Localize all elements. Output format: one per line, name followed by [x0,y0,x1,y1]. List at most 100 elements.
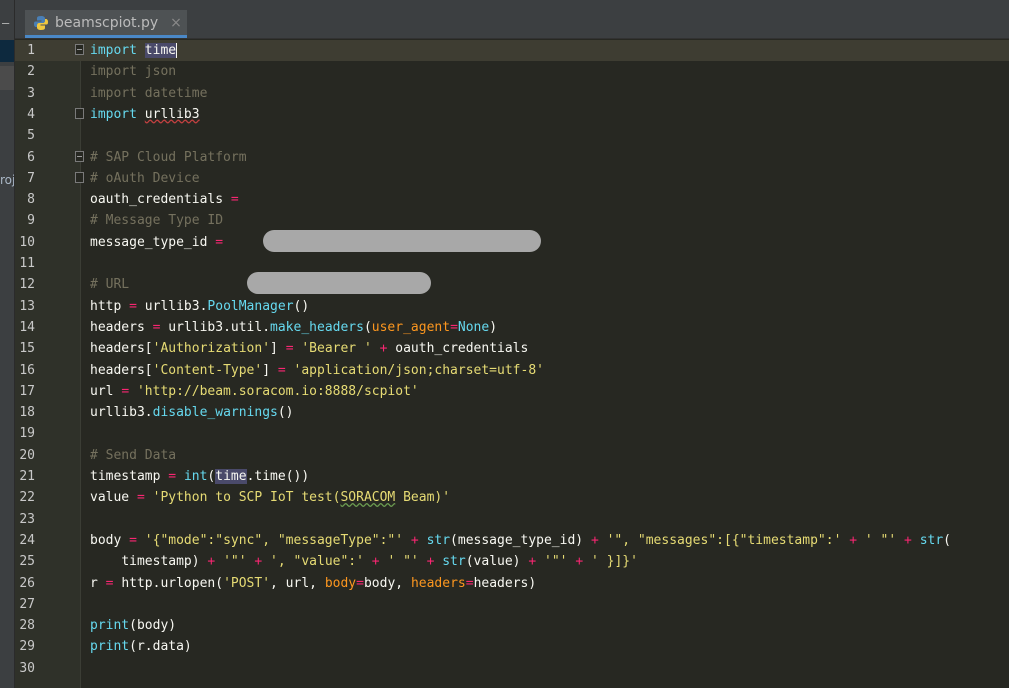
code-text: import json [90,64,177,80]
code-line-23: 23 [15,509,1009,530]
function: print [90,639,130,655]
code-text: http.urlopen( [121,575,224,591]
code-line-11: 11 [15,253,1009,274]
code-text: urllib3. [144,298,208,314]
selected-item [0,40,14,62]
line-number: 11 [19,256,35,271]
code-line-29: 29 print(r.data) [15,636,1009,657]
code-line-27: 27 [15,594,1009,615]
module-name: time [215,469,247,484]
keyword: import [90,43,137,58]
fold-icon[interactable] [75,44,84,55]
function: disable_warnings [152,405,278,421]
line-number: 17 [19,383,35,399]
function: print [90,618,130,634]
code-line-8: 8 oauth_credentials = [15,189,1009,210]
function: str [442,554,466,570]
line-number: 25 [19,554,35,570]
comment: # SAP Cloud Platform [90,149,247,165]
project-label: roj [0,173,14,187]
function: int [183,469,208,484]
line-number: 20 [19,447,35,463]
collapse-icon[interactable]: – [2,16,9,30]
code-line-15: 15 headers['Authorization'] = 'Bearer ' … [15,338,1009,359]
string: 'Bearer ' [301,341,372,357]
variable: r [90,575,98,591]
string: ', "value":' [270,554,364,570]
project-item [0,66,14,90]
fold-end-icon[interactable] [75,171,84,183]
comment: # oAuth Device [90,170,200,186]
string: SORACOM [340,490,396,506]
line-number: 8 [27,192,35,208]
editor-tab-bar: beamscpiot.py × [15,0,1009,39]
code-text: ( [363,319,372,335]
variable: timestamp [90,469,161,484]
code-text: .time()) [246,469,310,484]
line-number: 26 [19,575,35,591]
project-panel-strip[interactable]: – roj [0,0,15,688]
line-number: 21 [19,469,35,484]
code-line-5: 5 [15,125,1009,146]
line-number: 24 [19,532,35,548]
line-number: 15 [19,341,35,357]
code-text: ) [489,319,498,335]
code-text: () [293,298,310,314]
code-text: headers[ [90,362,153,378]
code-text: timestamp) [121,554,208,570]
code-text: , url, [270,575,325,591]
line-number: 2 [27,64,35,80]
code-text: (message_type_id) [450,532,591,548]
fold-icon[interactable] [75,150,84,162]
comment: # URL [90,277,130,293]
line-number: 27 [19,596,35,612]
line-number: 3 [27,85,35,101]
code-line-17: 17 url = 'http://beam.soracom.io:8888/sc… [15,381,1009,402]
fold-end-icon[interactable] [75,107,84,119]
comment: # Message Type ID [90,213,224,229]
code-line-10: 10 message_type_id = [15,232,1009,253]
code-text: (r.data) [129,639,192,655]
tab-label: beamscpiot.py [55,14,159,31]
line-number: 12 [19,277,35,293]
string: 'Content-Type' [152,362,263,378]
code-line-7: 7 # oAuth Device [15,168,1009,189]
code-line-2: 2 import json [15,61,1009,82]
code-line-9: 9 # Message Type ID [15,210,1009,231]
line-number: 9 [27,213,35,229]
string: 'Python to SCP IoT test( [152,490,341,506]
code-line-25: 25 timestamp) + '"' + ', "value":' + ' "… [15,551,1009,572]
line-number: 16 [19,362,35,378]
variable: oauth_credentials [90,192,224,208]
text-cursor [176,43,178,58]
code-line-24: 24 body = '{"mode":"sync", "messageType"… [15,530,1009,551]
variable: body [90,532,122,548]
variable: url [90,383,114,399]
string: 'Authorization' [152,341,271,357]
code-text: (body) [129,618,177,634]
param: headers [410,575,466,591]
variable: message_type_id [90,234,208,250]
string: 'POST' [223,575,271,591]
code-line-3: 3 import datetime [15,83,1009,104]
code-text: headers[ [90,341,153,357]
tab-beamscpiot[interactable]: beamscpiot.py × [25,10,187,38]
string: ' "' [864,532,897,548]
code-text: ] [262,362,278,378]
function: str [919,532,944,548]
code-text: (value) [465,554,529,570]
module-name: urllib3 [144,106,200,122]
line-number: 5 [27,128,35,144]
keyword: None [457,319,490,335]
line-number: 4 [27,106,35,122]
code-line-22: 22 value = 'Python to SCP IoT test(SORAC… [15,487,1009,508]
close-icon[interactable]: × [170,15,182,31]
line-number: 13 [19,298,35,314]
line-number: 6 [27,149,35,165]
code-text: () [277,405,294,421]
string: '{"mode":"sync", "messageType":"' [144,532,404,548]
string: 'application/json;charset=utf-8' [293,362,544,378]
keyword: import [90,106,137,122]
code-text: body, [363,575,411,591]
code-line-4: 4 import urllib3 [15,104,1009,125]
